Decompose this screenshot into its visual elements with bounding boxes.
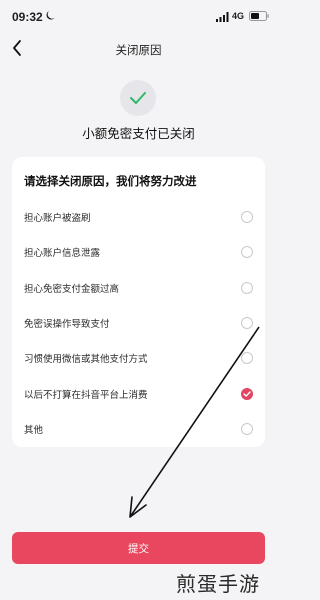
reason-option-other[interactable]: 其他 [12,414,265,444]
status-time: 09:32 [12,10,43,24]
page-title: 关闭原因 [115,43,162,57]
reason-label: 其他 [24,425,44,436]
reason-option-amount-too-high[interactable]: 担心免密支付金额过高 [12,273,265,303]
result-message: 小额免密支付已关闭 [82,126,195,141]
radio-unchecked-icon[interactable] [241,246,253,258]
checkmark-icon [243,391,251,397]
reason-option-info-leak[interactable]: 担心账户信息泄露 [12,237,265,267]
radio-unchecked-icon[interactable] [241,317,253,329]
signal-icon [216,12,229,22]
reason-option-other-payment[interactable]: 习惯使用微信或其他支付方式 [12,343,265,373]
status-bar: 09:32 4G [0,0,277,34]
radio-unchecked-icon[interactable] [241,352,253,364]
watermark-logo: 煎蛋手游 [176,572,260,596]
radio-unchecked-icon[interactable] [241,423,253,435]
radio-unchecked-icon[interactable] [241,211,253,223]
reasons-title: 请选择关闭原因，我们将努力改进 [24,174,197,188]
reason-label: 免密误操作导致支付 [24,319,110,330]
submit-button[interactable]: 提交 [12,532,265,564]
reason-label: 担心账户被盗刷 [24,213,91,224]
reason-label: 习惯使用微信或其他支付方式 [24,354,148,365]
network-label: 4G [232,11,245,21]
reason-option-stolen[interactable]: 担心账户被盗刷 [12,202,265,232]
submit-label: 提交 [128,543,149,555]
reasons-card: 请选择关闭原因，我们将努力改进 担心账户被盗刷 担心账户信息泄露 担心免密支付金… [12,157,265,447]
reason-label: 以后不打算在抖音平台上消费 [24,390,148,401]
success-badge [120,80,156,116]
nav-bar: 关闭原因 [0,34,277,64]
reason-label: 担心账户信息泄露 [24,248,101,259]
check-icon [130,92,146,104]
radio-checked-icon[interactable] [241,388,253,400]
reason-option-misoperation[interactable]: 免密误操作导致支付 [12,308,265,338]
reason-option-no-future-spending[interactable]: 以后不打算在抖音平台上消费 [12,379,265,409]
reason-label: 担心免密支付金额过高 [24,284,120,295]
radio-unchecked-icon[interactable] [241,282,253,294]
moon-icon [46,11,55,20]
battery-icon [249,11,269,21]
